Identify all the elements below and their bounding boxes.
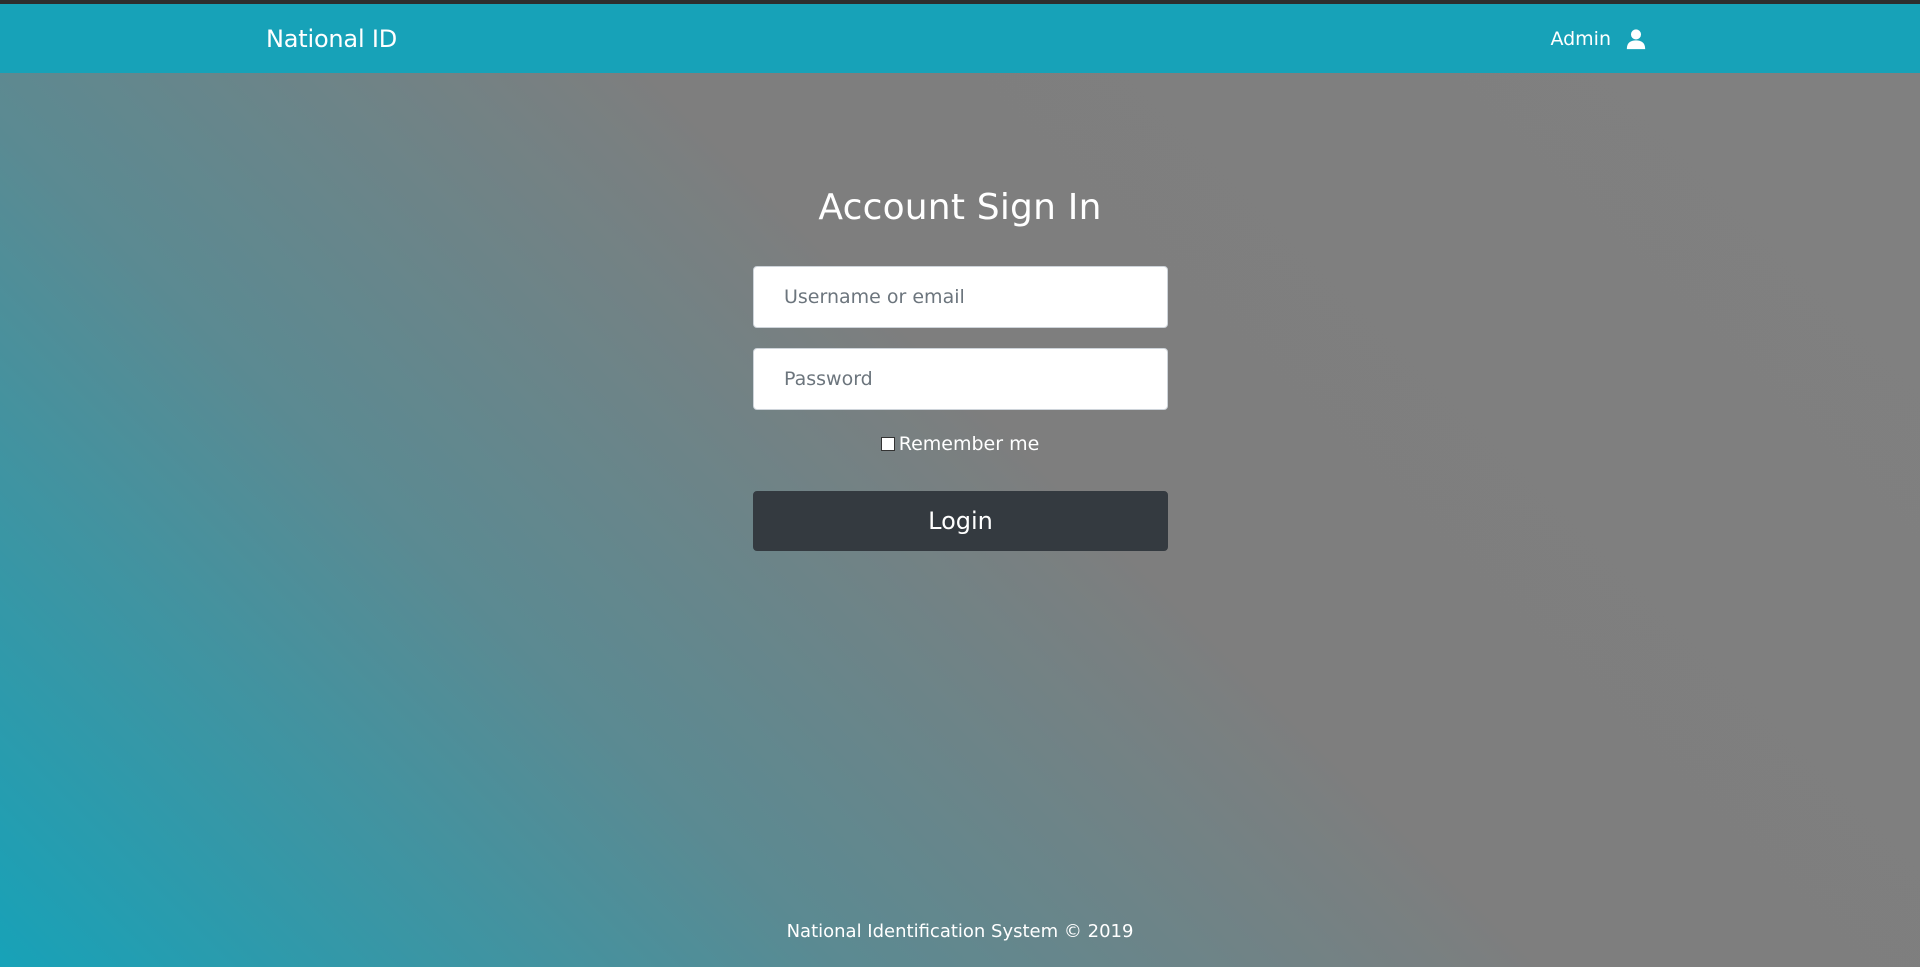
remember-me-label[interactable]: Remember me bbox=[899, 433, 1040, 455]
admin-menu[interactable]: Admin bbox=[1550, 28, 1647, 50]
remember-me-checkbox[interactable] bbox=[880, 437, 895, 451]
navbar: National ID Admin bbox=[0, 4, 1920, 73]
remember-me-row: Remember me bbox=[0, 433, 1920, 455]
username-input[interactable] bbox=[753, 266, 1168, 328]
password-input[interactable] bbox=[753, 348, 1168, 410]
page-title: Account Sign In bbox=[818, 187, 1102, 229]
brand-link[interactable]: National ID bbox=[266, 25, 397, 53]
admin-label: Admin bbox=[1550, 27, 1611, 50]
user-icon bbox=[1625, 28, 1647, 50]
login-button[interactable]: Login bbox=[753, 491, 1168, 551]
login-main: Account Sign In Remember me Login Nation… bbox=[0, 73, 1920, 967]
footer-text: National Identification System © 2019 bbox=[786, 921, 1134, 942]
